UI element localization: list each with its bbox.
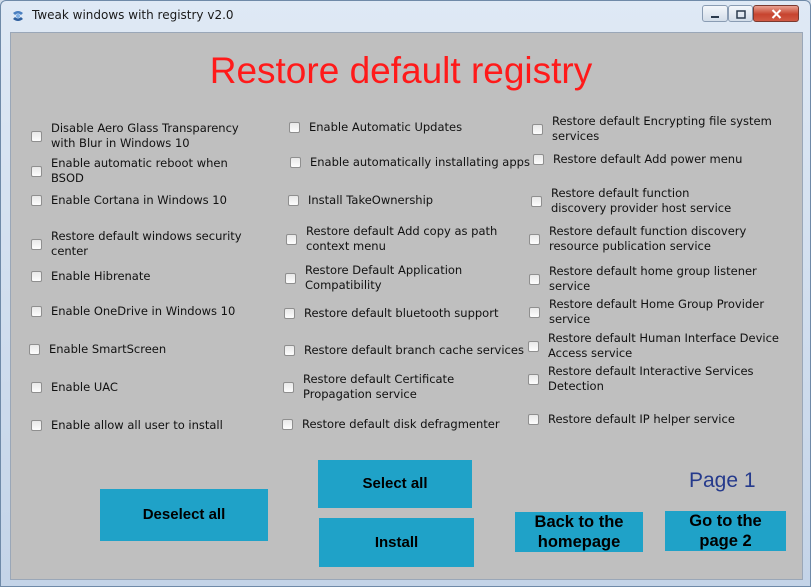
option-row[interactable]: Restore default IP helper service — [528, 412, 735, 427]
option-row[interactable]: Restore default bluetooth support — [284, 306, 498, 321]
option-row[interactable]: Restore default Encrypting file system s… — [532, 114, 772, 144]
option-label: Enable Hibrenate — [51, 269, 151, 283]
option-label: Enable Cortana in Windows 10 — [51, 193, 227, 207]
option-label: Enable Automatic Updates — [309, 120, 463, 134]
checkbox[interactable] — [288, 195, 299, 206]
option-row[interactable]: Restore default Add power menu — [533, 152, 742, 167]
option-row[interactable]: Enable automatically installating apps — [290, 155, 530, 170]
option-row[interactable]: Restore default disk defragmenter — [282, 417, 500, 432]
checkbox[interactable] — [31, 195, 42, 206]
option-label: Enable SmartScreen — [49, 342, 167, 356]
minimize-icon — [710, 4, 720, 23]
deselect-all-button[interactable]: Deselect all — [100, 489, 268, 541]
title-bar[interactable]: Tweak windows with registry v2.0 — [1, 1, 810, 31]
option-row[interactable]: Restore default function discovery resou… — [529, 224, 746, 254]
option-label: Restore default Encrypting file system s… — [552, 114, 772, 143]
checkbox[interactable] — [31, 130, 42, 142]
option-row[interactable]: Enable Hibrenate — [31, 269, 150, 284]
checkbox[interactable] — [529, 273, 540, 285]
app-window: Tweak windows with registry v2.0 Restore… — [0, 0, 811, 587]
option-row[interactable]: Restore default windows security center — [31, 229, 242, 259]
option-row[interactable]: Restore Default Application Compatibilit… — [285, 263, 462, 293]
option-row[interactable]: Restore default Certificate Propagation … — [283, 372, 454, 402]
option-row[interactable]: Restore default Home Group Provider serv… — [529, 297, 764, 327]
checkbox[interactable] — [528, 414, 539, 425]
option-label: Restore default bluetooth support — [304, 306, 499, 320]
page-indicator: Page 1 — [689, 469, 756, 492]
option-row[interactable]: Enable allow all user to install — [31, 418, 223, 433]
option-label: Restore default disk defragmenter — [302, 417, 500, 431]
option-label: Restore Default Application Compatibilit… — [305, 263, 463, 292]
checkbox[interactable] — [31, 165, 42, 177]
option-label: Restore default Add copy as path context… — [306, 224, 498, 253]
option-row[interactable]: Restore default home group listener serv… — [529, 264, 757, 294]
option-row[interactable]: Enable OneDrive in Windows 10 — [31, 304, 235, 319]
select-all-button[interactable]: Select all — [318, 460, 472, 508]
option-row[interactable]: Enable automatic reboot when BSOD — [31, 156, 228, 186]
checkbox[interactable] — [528, 373, 539, 385]
option-label: Enable automatic reboot when BSOD — [51, 156, 228, 185]
option-label: Install TakeOwnership — [308, 193, 434, 207]
option-label: Restore default windows security center — [51, 229, 242, 258]
checkbox[interactable] — [31, 238, 42, 250]
checkbox[interactable] — [285, 272, 296, 284]
option-row[interactable]: Install TakeOwnership — [288, 193, 433, 208]
option-label: Restore default function discovery provi… — [551, 186, 732, 215]
minimize-button[interactable] — [702, 5, 728, 22]
checkbox[interactable] — [533, 154, 544, 165]
checkbox[interactable] — [29, 344, 40, 355]
install-button[interactable]: Install — [319, 518, 474, 567]
checkbox[interactable] — [289, 122, 300, 133]
option-label: Restore default Human Interface Device A… — [548, 331, 780, 360]
option-row[interactable]: Restore default Add copy as path context… — [286, 224, 497, 254]
checkbox[interactable] — [31, 420, 42, 431]
option-row[interactable]: Enable SmartScreen — [29, 342, 166, 357]
checkbox[interactable] — [286, 233, 297, 245]
option-row[interactable]: Disable Aero Glass Transparency with Blu… — [31, 121, 239, 151]
option-row[interactable]: Enable Cortana in Windows 10 — [31, 193, 227, 208]
main-panel: Restore default registry Disable Aero Gl… — [10, 32, 803, 580]
option-row[interactable]: Restore default branch cache services — [284, 343, 524, 358]
checkbox[interactable] — [31, 382, 42, 393]
option-label: Enable UAC — [51, 380, 118, 394]
option-label: Enable automatically installating apps — [310, 155, 530, 169]
option-label: Restore default Add power menu — [553, 152, 743, 166]
page-heading: Restore default registry — [209, 50, 593, 91]
checkbox[interactable] — [284, 308, 295, 319]
checkbox[interactable] — [290, 157, 301, 168]
back-to-homepage-button[interactable]: Back to the homepage — [515, 512, 643, 552]
window-title: Tweak windows with registry v2.0 — [32, 8, 234, 22]
app-icon — [10, 8, 26, 24]
checkbox[interactable] — [531, 195, 542, 207]
maximize-button[interactable] — [728, 5, 753, 22]
option-label: Restore default function discovery resou… — [549, 224, 747, 253]
option-label: Restore default Interactive Services Det… — [548, 364, 754, 393]
checkbox[interactable] — [31, 306, 42, 317]
option-label: Enable allow all user to install — [51, 418, 223, 432]
checkbox[interactable] — [282, 419, 293, 430]
maximize-icon — [735, 4, 746, 23]
checkbox[interactable] — [532, 123, 543, 135]
option-row[interactable]: Restore default Interactive Services Det… — [528, 364, 754, 394]
option-label: Enable OneDrive in Windows 10 — [51, 304, 236, 318]
option-label: Restore default Certificate Propagation … — [303, 372, 455, 401]
option-label: Disable Aero Glass Transparency with Blu… — [51, 121, 239, 150]
next-page-button[interactable]: Go to the page 2 — [665, 511, 786, 551]
checkbox[interactable] — [528, 340, 539, 352]
option-row[interactable]: Restore default function discovery provi… — [531, 186, 731, 216]
checkbox[interactable] — [529, 306, 540, 318]
checkbox[interactable] — [283, 381, 294, 393]
option-row[interactable]: Enable Automatic Updates — [289, 120, 462, 135]
checkbox[interactable] — [529, 233, 540, 245]
option-label: Restore default branch cache services — [304, 343, 524, 357]
option-label: Restore default Home Group Provider serv… — [549, 297, 765, 326]
checkbox[interactable] — [31, 271, 42, 282]
checkbox[interactable] — [284, 345, 295, 356]
option-row[interactable]: Enable UAC — [31, 380, 118, 395]
option-label: Restore default IP helper service — [548, 412, 735, 426]
close-button[interactable] — [753, 5, 799, 22]
option-row[interactable]: Restore default Human Interface Device A… — [528, 331, 779, 361]
option-label: Restore default home group listener serv… — [549, 264, 757, 293]
close-icon — [771, 4, 782, 23]
